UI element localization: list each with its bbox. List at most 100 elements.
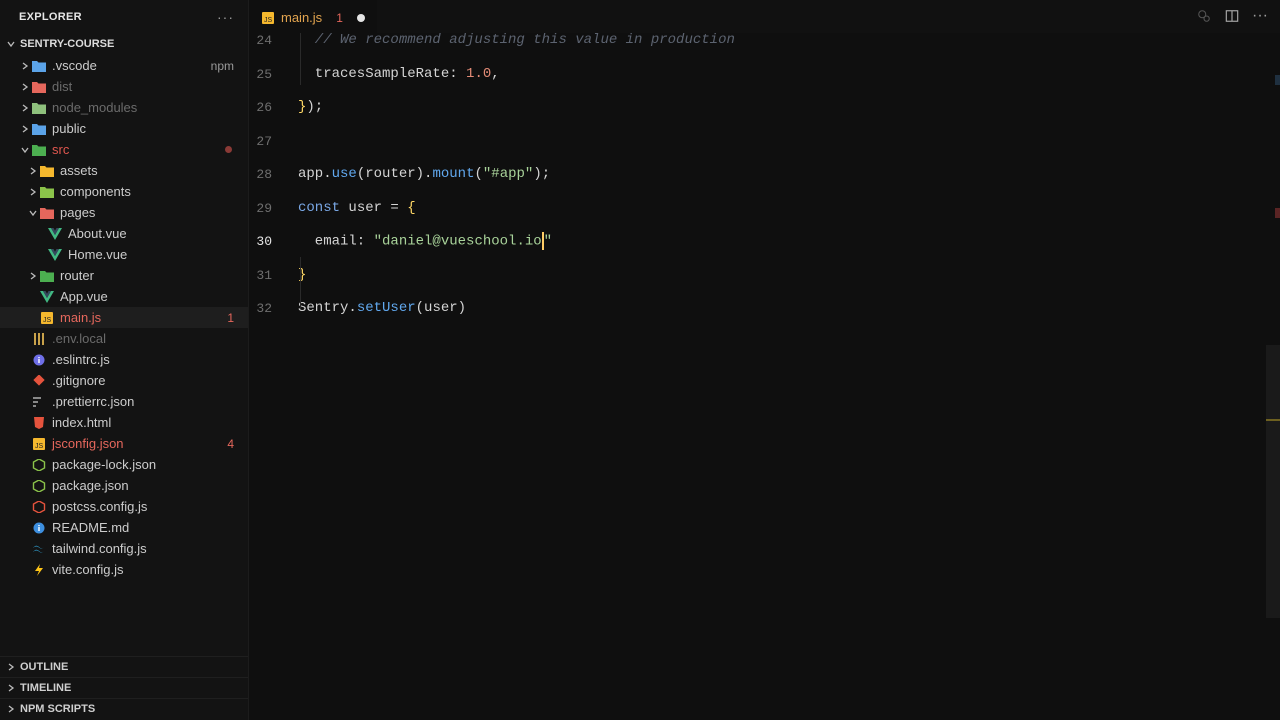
tree-item-label: index.html (52, 415, 112, 430)
indent-guide (300, 257, 301, 309)
code-line[interactable]: 30 email: "daniel@vueschool.io " (249, 231, 1259, 251)
vscode-folder-icon (32, 60, 46, 72)
vertical-scrollbar[interactable] (1266, 345, 1280, 618)
tree-item[interactable]: index.html (0, 412, 248, 433)
tree-item[interactable]: postcss.config.js (0, 496, 248, 517)
tree-item[interactable]: package-lock.json (0, 454, 248, 475)
tree-item[interactable]: tailwind.config.js (0, 538, 248, 559)
tab-bar: JS main.js 1 ··· (249, 0, 1280, 34)
chevron-right-icon (26, 164, 40, 178)
tree-item[interactable]: JS main.js 1 (0, 307, 248, 328)
tab-main-js[interactable]: JS main.js 1 (249, 0, 377, 34)
dist-folder-icon (32, 81, 46, 93)
code-text: Sentry.setUser(user) (298, 300, 466, 316)
chevron-right-icon (18, 101, 32, 115)
tree-item[interactable]: README.md (0, 517, 248, 538)
code-line[interactable]: 26}); (249, 97, 1259, 117)
code-token: , (491, 66, 500, 82)
modified-dot-icon (225, 146, 232, 153)
code-text: email: "daniel@vueschool.io " (298, 232, 552, 250)
tree-item[interactable]: .env.local (0, 328, 248, 349)
bottom-panels: OUTLINE TIMELINE NPM SCRIPTS (0, 656, 248, 719)
tree-item[interactable]: src (0, 139, 248, 160)
chevron-right-icon (18, 80, 32, 94)
tree-item[interactable]: vite.config.js (0, 559, 248, 580)
line-number: 30 (256, 233, 272, 249)
node-folder-icon (32, 102, 46, 114)
code-line[interactable]: 32 Sentry.setUser(user) (249, 298, 1259, 318)
project-root[interactable]: SENTRY-COURSE (0, 34, 248, 54)
line-number: 27 (256, 133, 272, 149)
panel-outline[interactable]: OUTLINE (0, 656, 248, 677)
tree-item-label: README.md (52, 520, 130, 535)
tree-item-label: .prettierrc.json (52, 394, 135, 409)
explorer-title: EXPLORER (19, 11, 82, 23)
code-line[interactable]: 28 app.use(router).mount("#app"); (249, 164, 1259, 184)
npm-badge: npm (210, 58, 234, 73)
code-token: email: (298, 233, 374, 250)
tree-item[interactable]: dist (0, 76, 248, 97)
tree-item-label: .env.local (52, 331, 106, 346)
line-number: 25 (256, 66, 272, 82)
chevron-down-icon (26, 206, 40, 220)
panel-npm-scripts[interactable]: NPM SCRIPTS (0, 698, 248, 719)
tree-item[interactable]: App.vue (0, 286, 248, 307)
chevron-right-icon (18, 59, 32, 73)
tree-item[interactable]: public (0, 118, 248, 139)
code-line[interactable]: 31} (249, 265, 1259, 285)
tree-item[interactable]: Home.vue (0, 244, 248, 265)
code-line[interactable]: 25 tracesSampleRate: 1.0, (249, 64, 1259, 84)
vite-icon (32, 563, 46, 576)
tree-item[interactable]: router (0, 265, 248, 286)
prettier-icon (32, 396, 46, 408)
tree-item[interactable]: node_modules (0, 97, 248, 118)
overview-ruler-error-marker (1275, 208, 1280, 218)
code-token: Sentry (298, 300, 349, 316)
tree-item-label: vite.config.js (52, 562, 124, 577)
code-token: "daniel@vueschool.io (373, 233, 542, 250)
tab-label: main.js (281, 10, 323, 25)
tree-item[interactable]: .gitignore (0, 370, 248, 391)
panel-timeline[interactable]: TIMELINE (0, 677, 248, 698)
tree-item-label: dist (52, 79, 73, 94)
tree-item[interactable]: package.json (0, 475, 248, 496)
tab-error-count: 1 (336, 10, 343, 25)
tree-item-label: main.js (60, 310, 102, 325)
more-actions-icon[interactable]: ··· (217, 9, 234, 25)
tree-item[interactable]: About.vue (0, 223, 248, 244)
tree-item[interactable]: components (0, 181, 248, 202)
code-line[interactable]: 29 const user = { (249, 198, 1259, 218)
tree-item-label: .gitignore (52, 373, 106, 388)
open-changes-icon[interactable] (1196, 8, 1212, 24)
code-token: mount (432, 166, 475, 182)
tree-item[interactable]: .vscode npm (0, 55, 248, 76)
code-line[interactable]: 24 // We recommend adjusting this value … (249, 30, 1259, 50)
chevron-right-icon (26, 269, 40, 283)
vue-icon (48, 248, 62, 261)
code-token: // We recommend adjusting this value in … (298, 32, 735, 48)
eslint-icon (32, 354, 46, 366)
tree-item-label: pages (60, 205, 96, 220)
code-text: // We recommend adjusting this value in … (298, 32, 735, 48)
tree-item[interactable]: pages (0, 202, 248, 223)
tree-item[interactable]: .eslintrc.js (0, 349, 248, 370)
split-editor-icon[interactable] (1224, 8, 1240, 24)
code-line[interactable]: 27 (249, 131, 1259, 151)
tree-item-label: .vscode (52, 58, 97, 73)
chevron-right-icon (18, 122, 32, 136)
env-icon (32, 332, 46, 345)
info-icon (32, 522, 46, 534)
code-editor[interactable]: 24 // We recommend adjusting this value … (249, 30, 1266, 720)
tree-item[interactable]: .prettierrc.json (0, 391, 248, 412)
code-token: 1.0 (466, 66, 492, 82)
tree-item[interactable]: assets (0, 160, 248, 181)
more-actions-icon[interactable]: ··· (1252, 7, 1268, 24)
vue-icon (40, 290, 54, 303)
tree-item[interactable]: JS jsconfig.json 4 (0, 433, 248, 454)
unsaved-dot-icon[interactable] (356, 13, 365, 22)
svg-text:JS: JS (35, 443, 44, 450)
code-text: }); (298, 99, 323, 115)
postcss-icon (32, 500, 46, 513)
